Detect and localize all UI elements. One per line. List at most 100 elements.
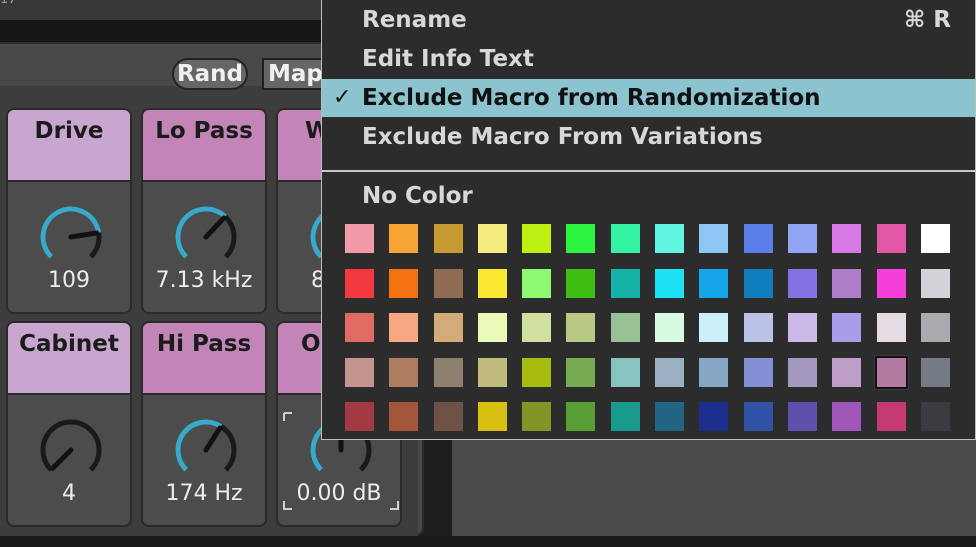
color-swatch[interactable] bbox=[920, 402, 950, 431]
color-swatch[interactable] bbox=[566, 313, 596, 342]
menu-item-rename[interactable]: Rename ⌘ R bbox=[322, 1, 975, 39]
color-swatch[interactable] bbox=[787, 224, 817, 253]
color-swatch[interactable] bbox=[477, 268, 507, 298]
color-swatch[interactable] bbox=[832, 268, 862, 298]
color-swatch[interactable] bbox=[743, 268, 773, 298]
color-swatch[interactable] bbox=[699, 268, 729, 298]
color-swatch[interactable] bbox=[477, 357, 507, 387]
color-swatch[interactable] bbox=[522, 313, 552, 342]
knob-icon[interactable] bbox=[171, 202, 241, 272]
color-swatch[interactable] bbox=[832, 313, 862, 342]
knob-icon[interactable] bbox=[36, 202, 106, 272]
color-swatch[interactable] bbox=[389, 268, 419, 298]
color-swatch[interactable] bbox=[699, 313, 729, 342]
color-swatch[interactable] bbox=[832, 224, 862, 253]
color-swatch[interactable] bbox=[832, 402, 862, 431]
color-swatch[interactable] bbox=[610, 224, 640, 253]
color-swatch[interactable] bbox=[920, 268, 950, 298]
color-swatch[interactable] bbox=[345, 357, 374, 387]
color-swatch[interactable] bbox=[699, 224, 729, 253]
color-swatch[interactable] bbox=[345, 268, 374, 298]
macro-title: Hi Pass bbox=[143, 323, 265, 395]
menu-item-edit-info-text[interactable]: Edit Info Text bbox=[322, 40, 975, 78]
color-swatch[interactable] bbox=[389, 402, 419, 431]
color-swatch[interactable] bbox=[610, 268, 640, 298]
macro-title: Drive bbox=[8, 110, 130, 182]
color-swatch[interactable] bbox=[787, 268, 817, 298]
color-swatch[interactable] bbox=[522, 224, 552, 253]
color-swatch[interactable] bbox=[345, 313, 374, 342]
color-swatch[interactable] bbox=[477, 402, 507, 431]
color-swatch[interactable] bbox=[787, 313, 817, 342]
color-swatch[interactable] bbox=[920, 224, 950, 253]
rand-button[interactable]: Rand bbox=[172, 58, 248, 90]
color-swatch[interactable] bbox=[566, 268, 596, 298]
color-swatch[interactable] bbox=[345, 224, 374, 253]
macro-cabinet[interactable]: Cabinet 4 bbox=[6, 321, 132, 527]
color-swatch[interactable] bbox=[655, 224, 685, 253]
color-swatch[interactable] bbox=[655, 402, 685, 431]
macro-title: Cabinet bbox=[8, 323, 130, 395]
knob-icon[interactable] bbox=[171, 415, 241, 485]
color-swatch[interactable] bbox=[433, 268, 463, 298]
color-swatch[interactable] bbox=[433, 313, 463, 342]
color-swatch[interactable] bbox=[566, 357, 596, 387]
knob-needle bbox=[203, 215, 227, 240]
macro-value: 7.13 kHz bbox=[155, 268, 253, 293]
color-swatch[interactable] bbox=[876, 224, 906, 253]
knob-arc bbox=[175, 419, 223, 472]
no-color-option[interactable]: No Color bbox=[362, 183, 473, 209]
color-swatch[interactable] bbox=[743, 357, 773, 387]
color-swatch[interactable] bbox=[655, 268, 685, 298]
menu-item-label: Exclude Macro from Randomization bbox=[362, 85, 821, 111]
color-swatch[interactable] bbox=[610, 313, 640, 342]
macro-hi-pass[interactable]: Hi Pass 174 Hz bbox=[141, 321, 267, 527]
color-swatch[interactable] bbox=[655, 313, 685, 342]
menu-item-exclude-variations[interactable]: Exclude Macro From Variations bbox=[322, 118, 975, 156]
color-swatch[interactable] bbox=[743, 402, 773, 431]
color-swatch[interactable] bbox=[433, 357, 463, 387]
color-swatch[interactable] bbox=[832, 357, 862, 387]
color-swatch[interactable] bbox=[920, 357, 950, 387]
color-swatch[interactable] bbox=[743, 313, 773, 342]
color-swatch[interactable] bbox=[610, 402, 640, 431]
menu-item-label: Exclude Macro From Variations bbox=[362, 124, 763, 150]
color-swatch[interactable] bbox=[522, 402, 552, 431]
macro-value: 109 bbox=[48, 268, 90, 293]
color-swatch[interactable] bbox=[610, 357, 640, 387]
macro-lo-pass[interactable]: Lo Pass 7.13 kHz bbox=[141, 108, 267, 314]
color-swatch[interactable] bbox=[743, 224, 773, 253]
color-swatch[interactable] bbox=[699, 357, 729, 387]
color-swatch[interactable] bbox=[389, 357, 419, 387]
color-swatch[interactable] bbox=[699, 402, 729, 431]
knob-icon[interactable] bbox=[36, 415, 106, 485]
color-swatch[interactable] bbox=[389, 224, 419, 253]
color-swatch[interactable] bbox=[566, 224, 596, 253]
menu-item-label: Rename bbox=[362, 7, 467, 33]
color-swatch[interactable] bbox=[876, 402, 906, 431]
color-swatch[interactable] bbox=[787, 357, 817, 387]
knob-needle bbox=[50, 447, 74, 471]
menu-divider bbox=[322, 170, 975, 172]
color-swatch-grid bbox=[345, 224, 950, 431]
color-swatch[interactable] bbox=[787, 402, 817, 431]
color-swatch[interactable] bbox=[522, 357, 552, 387]
color-swatch[interactable] bbox=[876, 268, 906, 298]
macro-drive[interactable]: Drive 109 bbox=[6, 108, 132, 314]
color-swatch[interactable] bbox=[920, 313, 950, 342]
color-swatch[interactable] bbox=[345, 402, 374, 431]
checkmark-icon: ✓ bbox=[333, 85, 352, 110]
color-swatch[interactable] bbox=[389, 313, 419, 342]
color-swatch[interactable] bbox=[477, 224, 507, 253]
color-swatch[interactable] bbox=[433, 224, 463, 253]
color-swatch[interactable] bbox=[522, 268, 552, 298]
color-swatch[interactable] bbox=[566, 402, 596, 431]
color-swatch[interactable] bbox=[433, 402, 463, 431]
knob-arc bbox=[175, 206, 227, 259]
color-swatch[interactable] bbox=[655, 357, 685, 387]
color-swatch[interactable] bbox=[876, 313, 906, 342]
color-swatch[interactable] bbox=[874, 355, 908, 389]
menu-item-exclude-randomization[interactable]: ✓ Exclude Macro from Randomization bbox=[322, 79, 975, 117]
knob-arc bbox=[40, 419, 102, 472]
color-swatch[interactable] bbox=[477, 313, 507, 342]
